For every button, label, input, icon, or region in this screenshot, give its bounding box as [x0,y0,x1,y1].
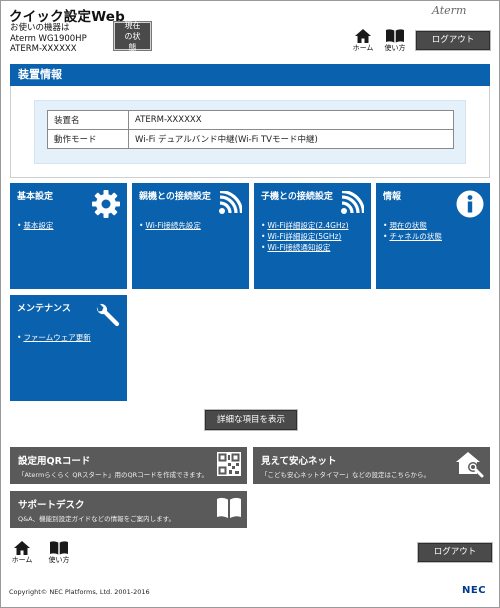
card-qr-code[interactable]: 設定用QRコード 「Atermらくらく QRスタート」用のQRコードを作成できま… [10,447,247,484]
tile-information-title: 情報 [383,192,402,202]
book-icon [217,497,241,518]
book-icon [50,541,68,555]
tile-maintenance[interactable]: メンテナンス ファームウェア更新 [10,295,127,401]
home-icon [14,541,30,555]
card-qr-code-desc: 「Atermらくらく QRスタート」用のQRコードを作成できます。 [18,471,208,479]
nec-logo: NEC [462,585,487,596]
home-label: ホーム [352,44,374,52]
tile-basic-settings[interactable]: 基本設定 基本設定 [10,183,127,289]
tile-basic-settings-title: 基本設定 [17,192,54,202]
link-current-status[interactable]: 現在の状態 [383,220,442,231]
house-search-icon [456,452,484,478]
device-name-key: 装置名 [47,110,129,130]
link-wifi-connection-notify[interactable]: Wi-Fi接続通知設定 [261,242,349,253]
logout-button-top[interactable]: ログアウト [416,31,490,50]
howto-label: 使い方 [384,44,406,52]
home-nav-top[interactable]: ホーム [352,29,374,53]
link-wifi-detail-5ghz[interactable]: Wi-Fi詳細設定(5GHz) [261,231,349,242]
link-basic-settings[interactable]: 基本設定 [17,220,53,231]
show-detail-button[interactable]: 詳細な項目を表示 [205,410,297,430]
wifi-icon [219,191,242,214]
card-safe-net[interactable]: 見えて安心ネット 「こども安心ネットタイマー」などの設定はこちらから。 [253,447,490,484]
tile-information[interactable]: 情報 現在の状態 チャネルの状態 [376,183,490,289]
device-name: ATERM-XXXXXX [10,44,77,54]
howto-nav-top[interactable]: 使い方 [382,29,408,53]
card-safe-net-title: 見えて安心ネット [261,456,337,467]
link-channel-status[interactable]: チャネルの状態 [383,231,441,242]
tile-maintenance-title: メンテナンス [17,304,71,314]
operation-mode-value: Wi-Fi デュアルバンド中継(Wi-Fi TVモード中継) [128,129,454,149]
device-summary: お使いの機器は Aterm WG1900HP ATERM-XXXXXX [10,23,87,55]
card-support-desk-desc: Q&A、機能別設定ガイドなどの情報をご案内します。 [18,515,175,523]
gear-icon [92,190,120,218]
tile-client-connection-links: Wi-Fi詳細設定(2.4GHz) Wi-Fi詳細設定(5GHz) Wi-Fi接… [261,220,349,253]
table-row: 装置名 ATERM-XXXXXX [47,110,454,130]
home-nav-bottom[interactable]: ホーム [10,541,34,565]
howto-nav-bottom[interactable]: 使い方 [45,541,73,565]
table-row: 動作モード Wi-Fi デュアルバンド中継(Wi-Fi TVモード中継) [47,129,454,149]
card-qr-code-title: 設定用QRコード [18,456,91,467]
home-label: ホーム [11,556,33,564]
device-info-title: 装置情報 [10,64,490,86]
device-info-table: 装置名 ATERM-XXXXXX 動作モード Wi-Fi デュアルバンド中継(W… [47,110,454,149]
howto-label: 使い方 [48,556,70,564]
link-wifi-detail-24ghz[interactable]: Wi-Fi詳細設定(2.4GHz) [261,220,348,231]
tile-basic-settings-links: 基本設定 [17,220,53,231]
tile-parent-connection[interactable]: 親機との接続設定 Wi-Fi接続先設定 [132,183,249,289]
brand-logo: Aterm [432,4,467,17]
app-title: クイック設定Web [9,9,126,25]
wrench-icon [96,303,120,327]
card-safe-net-desc: 「こども安心ネットタイマー」などの設定はこちらから。 [261,471,430,479]
tile-information-links: 現在の状態 チャネルの状態 [383,220,442,242]
wifi-icon [341,191,364,214]
tile-client-connection[interactable]: 子機との接続設定 Wi-Fi詳細設定(2.4GHz) Wi-Fi詳細設定(5GH… [254,183,371,289]
card-support-desk-title: サポートデスク [18,500,85,511]
device-model: Aterm WG1900HP [10,33,87,44]
copyright: Copyright© NEC Platforms, Ltd. 2001-2016 [9,588,150,596]
device-label: お使いの機器は [10,23,70,33]
info-icon [456,190,484,218]
book-icon [386,29,404,43]
home-icon [355,29,371,43]
operation-mode-key: 動作モード [47,129,129,149]
current-status-button[interactable]: 現在の状態 [114,20,151,52]
device-name-value: ATERM-XXXXXX [128,110,454,130]
tile-client-connection-title: 子機との接続設定 [261,192,333,202]
card-support-desk[interactable]: サポートデスク Q&A、機能別設定ガイドなどの情報をご案内します。 [10,491,247,528]
tile-maintenance-links: ファームウェア更新 [17,332,90,343]
current-status-label: 現在の状態 [124,20,141,52]
link-wifi-connection-target[interactable]: Wi-Fi接続先設定 [139,220,200,231]
link-firmware-update[interactable]: ファームウェア更新 [17,332,90,343]
tile-parent-connection-links: Wi-Fi接続先設定 [139,220,200,231]
tile-parent-connection-title: 親機との接続設定 [139,192,211,202]
qr-code-icon [217,452,241,476]
logout-button-bottom[interactable]: ログアウト [418,543,492,562]
